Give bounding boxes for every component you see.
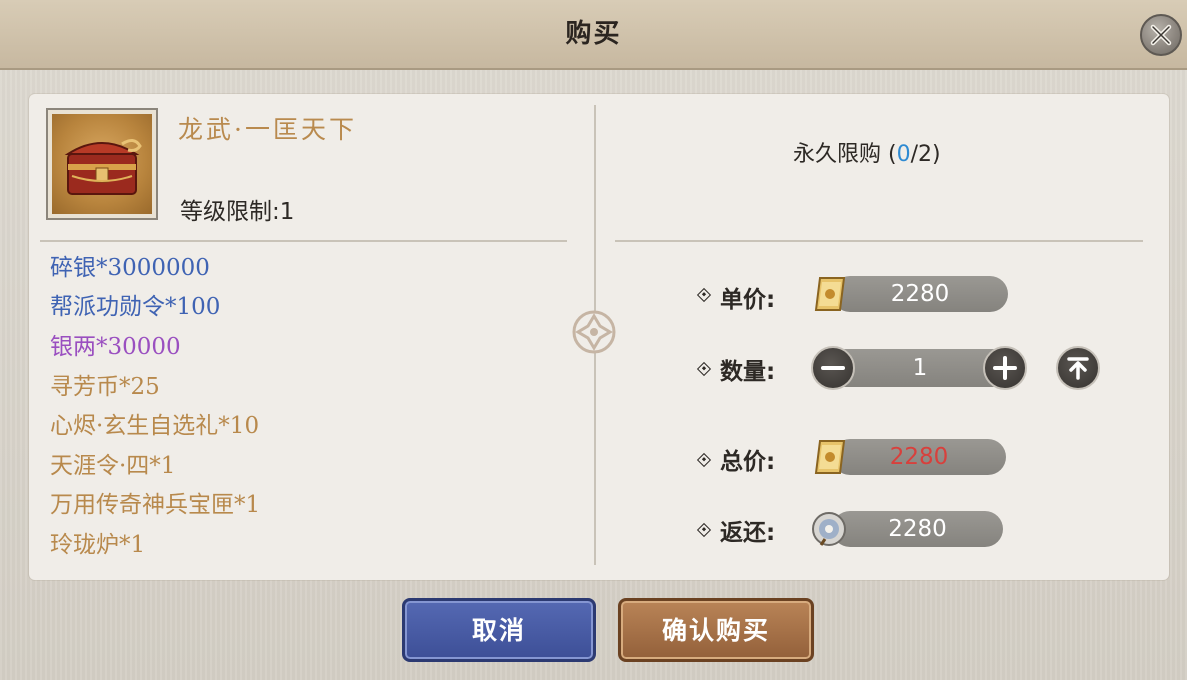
max-arrow-icon [1067, 357, 1089, 380]
plus-icon [993, 356, 1017, 380]
reward-item: 寻芳币*25 [50, 374, 160, 400]
level-limit: 等级限制:1 [180, 199, 295, 225]
item-name: 龙武·一匡天下 [178, 115, 357, 144]
limit-current: 0 [896, 142, 911, 167]
gold-ticket-icon [814, 277, 846, 311]
reward-item: 玲珑炉*1 [50, 532, 146, 558]
reward-item: 碎银*3000000 [50, 255, 210, 281]
increase-button[interactable] [983, 346, 1027, 390]
reward-item: 万用传奇神兵宝匣*1 [50, 492, 261, 518]
quantity-value[interactable]: 1 [860, 349, 980, 387]
max-quantity-button[interactable] [1056, 346, 1100, 390]
cancel-button[interactable]: 取消 [402, 598, 596, 662]
right-divider [615, 240, 1143, 242]
dialog-title: 购买 [565, 19, 622, 49]
minus-icon [821, 366, 845, 370]
reward-item: 天涯令·四*1 [50, 453, 176, 479]
decrease-button[interactable] [811, 346, 855, 390]
gold-ticket-icon [814, 440, 846, 474]
refund-value: 2280 [832, 511, 1003, 547]
reward-list[interactable]: 碎银*3000000 帮派功勋令*100 银两*30000 寻芳币*25 心烬·… [50, 242, 580, 562]
reward-item: 帮派功勋令*100 [50, 294, 221, 320]
confirm-purchase-button[interactable]: 确认购买 [618, 598, 814, 662]
unit-price-label: 单价: [720, 287, 776, 313]
total-label: 总价: [720, 449, 776, 475]
silver-coin-icon [812, 512, 846, 546]
purchase-limit: 永久限购 (0/2) [793, 136, 941, 168]
close-button[interactable] [1140, 14, 1182, 56]
quantity-label: 数量: [720, 359, 776, 385]
total-value: 2280 [832, 439, 1006, 475]
unit-price-value: 2280 [832, 276, 1008, 312]
limit-label: 永久限购 ( [793, 142, 897, 167]
reward-item: 心烬·玄生自选礼*10 [50, 413, 260, 439]
close-icon [1150, 24, 1172, 46]
treasure-chest-icon[interactable] [52, 114, 152, 214]
reward-item: 银两*30000 [50, 334, 181, 360]
limit-suffix: /2) [910, 142, 941, 167]
refund-label: 返还: [720, 520, 776, 546]
